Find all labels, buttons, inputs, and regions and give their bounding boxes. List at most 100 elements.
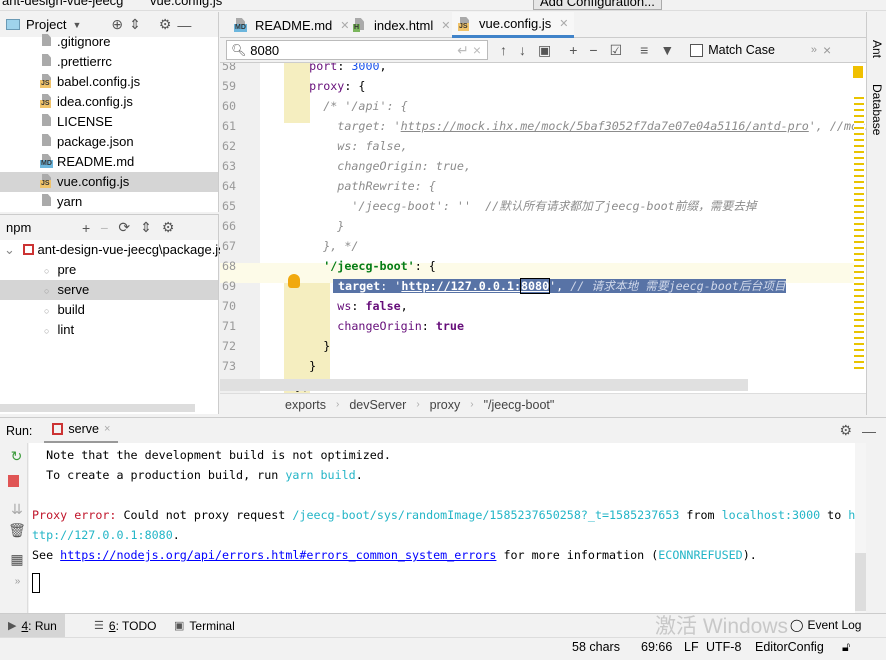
filter-lines-icon[interactable]: ≡ <box>640 42 648 58</box>
status-line-separator[interactable]: LF <box>684 640 699 654</box>
code-line: 62 ws: false, <box>220 136 865 156</box>
file-item[interactable]: .prettierrc <box>0 52 218 72</box>
event-log-label: Event Log <box>807 618 862 632</box>
lightbulb-icon[interactable] <box>288 274 300 288</box>
add-occurrence-icon[interactable]: + <box>569 42 577 58</box>
file-item[interactable]: MD README.md <box>0 152 218 172</box>
breadcrumb-item[interactable]: proxy <box>430 398 461 412</box>
title-file: vue.config.js <box>150 0 223 8</box>
refresh-icon[interactable]: ⟳ <box>118 219 130 236</box>
ant-tool-button[interactable]: Ant <box>870 40 884 58</box>
filter-icon[interactable]: ▼ <box>660 42 674 58</box>
file-item[interactable]: JS vue.config.js <box>0 172 218 192</box>
gear-icon[interactable]: ⚙ <box>159 16 172 33</box>
file-icon: JS <box>458 16 471 31</box>
file-item[interactable]: JS idea.config.js <box>0 92 218 112</box>
npm-script-item[interactable]: ○ serve <box>0 280 218 300</box>
npm-script-item[interactable]: ○ lint <box>0 320 218 340</box>
line-content: pathRewrite: { <box>281 176 436 196</box>
layout-icon[interactable]: ▦ <box>7 551 27 568</box>
close-icon[interactable]: ✕ <box>559 17 568 30</box>
npm-script-item[interactable]: ○ build <box>0 300 218 320</box>
tool-tab[interactable]: ☰ 6: TODO <box>86 614 164 637</box>
code-line: 65 '/jeecg-boot': '' //默认所有请求都加了jeecg-bo… <box>220 196 865 216</box>
minimize-icon[interactable]: — <box>177 17 191 33</box>
add-configuration-button[interactable]: Add Configuration... <box>533 0 662 10</box>
add-icon[interactable]: + <box>82 220 90 236</box>
gear-icon[interactable]: ⚙ <box>839 422 852 439</box>
file-item[interactable]: package.json <box>0 132 218 152</box>
status-encoding[interactable]: UTF-8 <box>706 640 741 654</box>
code-editor[interactable]: 58 port: 3000, 59 proxy: {60 /* '/api': {… <box>220 63 866 393</box>
chevron-down-icon[interactable]: ▼ <box>72 20 81 30</box>
breadcrumb-item[interactable]: devServer <box>349 398 406 412</box>
file-item[interactable]: LICENSE <box>0 112 218 132</box>
tool-tab[interactable]: ▣ Terminal <box>166 614 243 637</box>
close-icon[interactable]: × <box>104 423 110 435</box>
clear-icon[interactable]: × <box>473 42 481 58</box>
locate-icon[interactable]: ⊕ <box>111 16 123 33</box>
next-occurrence-icon[interactable]: ↓ <box>519 42 526 58</box>
gear-icon[interactable]: ⚙ <box>162 219 175 236</box>
search-value[interactable]: 8080 <box>250 43 453 58</box>
search-icon[interactable]: 🔍︎ <box>231 43 246 57</box>
horizontal-scrollbar[interactable] <box>0 404 195 412</box>
code-token: : ' <box>380 279 402 293</box>
editor-tab[interactable]: Hindex.html ✕ <box>347 12 456 38</box>
select-all-matches-icon[interactable]: ☑ <box>610 42 623 59</box>
breadcrumb-item[interactable]: exports <box>285 398 326 412</box>
console-line: Proxy error: Could not proxy request /je… <box>32 505 855 525</box>
npm-script-item[interactable]: ○ pre <box>0 260 218 280</box>
horizontal-scrollbar[interactable] <box>220 379 748 391</box>
newline-icon[interactable]: ↵ <box>457 42 469 59</box>
vertical-scrollbar[interactable] <box>855 443 866 613</box>
line-number: 67 <box>222 239 237 253</box>
file-name: package.json <box>57 134 134 149</box>
database-tool-button[interactable]: Database <box>870 84 884 135</box>
chevron-down-icon[interactable]: ⌄ <box>4 242 15 257</box>
tool-tab[interactable]: ▶ 4: Run <box>0 614 65 637</box>
editor-tab[interactable]: JS vue.config.js ✕ <box>452 12 575 38</box>
console-line: See https://nodejs.org/api/errors.html#e… <box>32 545 855 565</box>
console-line: ttp://127.0.0.1:8080. <box>32 525 855 545</box>
rerun-icon[interactable]: ↻ <box>6 448 27 465</box>
console-link[interactable]: https://nodejs.org/api/errors.html#error… <box>60 548 496 562</box>
lock-icon[interactable]: 🔓︎ <box>842 640 850 655</box>
console-output[interactable]: Note that the development build is not o… <box>29 443 855 613</box>
stop-icon[interactable] <box>8 475 19 487</box>
search-input[interactable]: 🔍︎ 8080 ↵ × <box>226 40 488 60</box>
match-case-checkbox[interactable] <box>690 43 704 57</box>
find-bar: 🔍︎ 8080 ↵ × ↑ ↓ ▣ + − ☑ ≡ ▼ Match Case »… <box>220 38 866 63</box>
run-tab-serve[interactable]: serve × <box>44 418 119 444</box>
close-icon[interactable]: ✕ <box>441 19 450 32</box>
remove-icon[interactable]: − <box>100 220 108 236</box>
close-icon[interactable]: × <box>823 42 831 58</box>
line-content: ws: false, <box>281 296 407 316</box>
select-all-occurrences-icon[interactable]: ▣ <box>538 42 551 59</box>
remove-occurrence-icon[interactable]: − <box>589 42 597 58</box>
collapse-all-icon[interactable]: ⇕ <box>129 16 141 33</box>
file-item[interactable]: yarn <box>0 192 218 212</box>
more-icon[interactable]: » <box>811 44 817 56</box>
file-item[interactable]: JS babel.config.js <box>0 72 218 92</box>
minimize-icon[interactable]: — <box>862 423 876 439</box>
status-editorconfig[interactable]: EditorConfig <box>755 640 824 654</box>
event-log-button[interactable]: ◯ Event Log <box>790 618 861 632</box>
more-icon[interactable]: » <box>8 576 27 587</box>
error-stripe[interactable] <box>854 93 864 373</box>
project-dropdown[interactable]: Project <box>26 17 66 32</box>
code-token: : { <box>344 79 366 93</box>
trash-icon[interactable]: 🗑︎ <box>7 522 27 539</box>
status-caret-position[interactable]: 69:66 <box>641 640 672 654</box>
collapse-all-icon[interactable]: ⇕ <box>140 219 152 236</box>
previous-occurrence-icon[interactable]: ↑ <box>500 42 507 58</box>
npm-root[interactable]: ⌄ ant-design-vue-jeecg\package.json <box>0 240 239 260</box>
editor-tab[interactable]: MD README.md ✕ <box>228 12 356 38</box>
file-item[interactable]: .gitignore <box>0 32 218 52</box>
file-icon <box>40 134 53 148</box>
match-case-label[interactable]: Match Case <box>708 43 775 57</box>
scroll-to-end-icon[interactable]: ⇊ <box>7 501 27 518</box>
code-line: 64 pathRewrite: { <box>220 176 865 196</box>
tool-tab-text: : TODO <box>115 618 157 633</box>
breadcrumb-item[interactable]: "/jeecg-boot" <box>484 398 555 412</box>
